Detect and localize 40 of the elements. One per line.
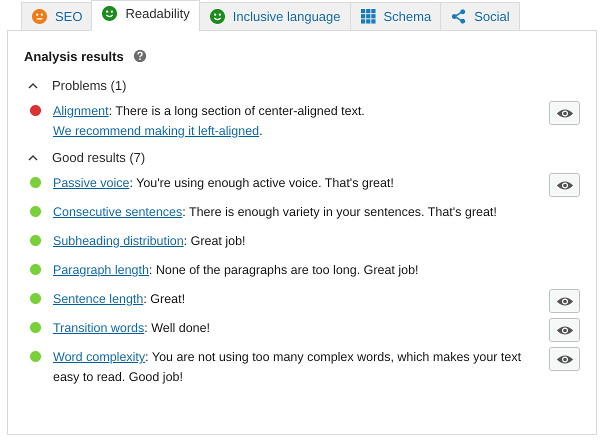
result-text: Word complexity: You are not using too many complex words, which makes your text easy to read. Good job! [53, 349, 522, 386]
eye-icon [556, 324, 574, 336]
highlight-button[interactable] [549, 173, 580, 197]
result-text: Transition words: Well done! [53, 320, 212, 337]
grid-icon [360, 9, 376, 24]
result-text: Passive voice: You're using enough active voice. That's great! [53, 175, 395, 192]
result-link[interactable]: Paragraph length [53, 263, 149, 277]
share-icon [451, 9, 466, 24]
result-text: Sentence length: Great! [53, 291, 186, 308]
eye-icon [556, 354, 574, 364]
highlight-button[interactable] [549, 101, 580, 125]
result-text: Subheading distribution: Great job! [53, 233, 246, 250]
panel-title: Analysis results [24, 48, 124, 64]
tab[interactable]: Inclusive language [198, 2, 350, 31]
tab[interactable]: Social [440, 2, 520, 31]
tab[interactable]: SEO [21, 2, 92, 31]
result-text: Consecutive sentences: There is enough variety in your sentences. That's great! [53, 204, 498, 221]
eye-icon [556, 180, 574, 190]
caret-icon [28, 82, 38, 88]
result-link[interactable]: Passive voice [53, 176, 130, 190]
result-link[interactable]: Consecutive sentences [53, 205, 182, 219]
result-text: Paragraph length: None of the paragraphs are too long. Great job! [53, 262, 420, 279]
highlight-button[interactable] [549, 347, 580, 371]
tab[interactable]: Schema [350, 2, 442, 31]
result-link[interactable]: Alignment [53, 104, 109, 118]
result-link[interactable]: Sentence length [53, 292, 144, 306]
caret-icon [28, 154, 38, 160]
result-link[interactable]: Word complexity [53, 350, 146, 364]
result-text: Alignment: There is a long section of center-aligned text. We recommend making it left-aligned. [53, 103, 366, 140]
eye-icon [556, 296, 574, 306]
highlight-button[interactable] [549, 318, 580, 342]
section-toggle[interactable]: Good results (7) [24, 150, 146, 165]
result-link[interactable]: We recommend making it left-aligned [53, 124, 260, 138]
highlight-button[interactable] [549, 289, 580, 313]
help-icon[interactable] [132, 49, 147, 63]
section-toggle[interactable]: Problems (1) [24, 78, 126, 93]
result-link[interactable]: Transition words [53, 321, 144, 335]
result-link[interactable]: Subheading distribution [53, 234, 184, 248]
eye-icon [556, 108, 574, 118]
tab[interactable]: Readability [91, 0, 200, 31]
